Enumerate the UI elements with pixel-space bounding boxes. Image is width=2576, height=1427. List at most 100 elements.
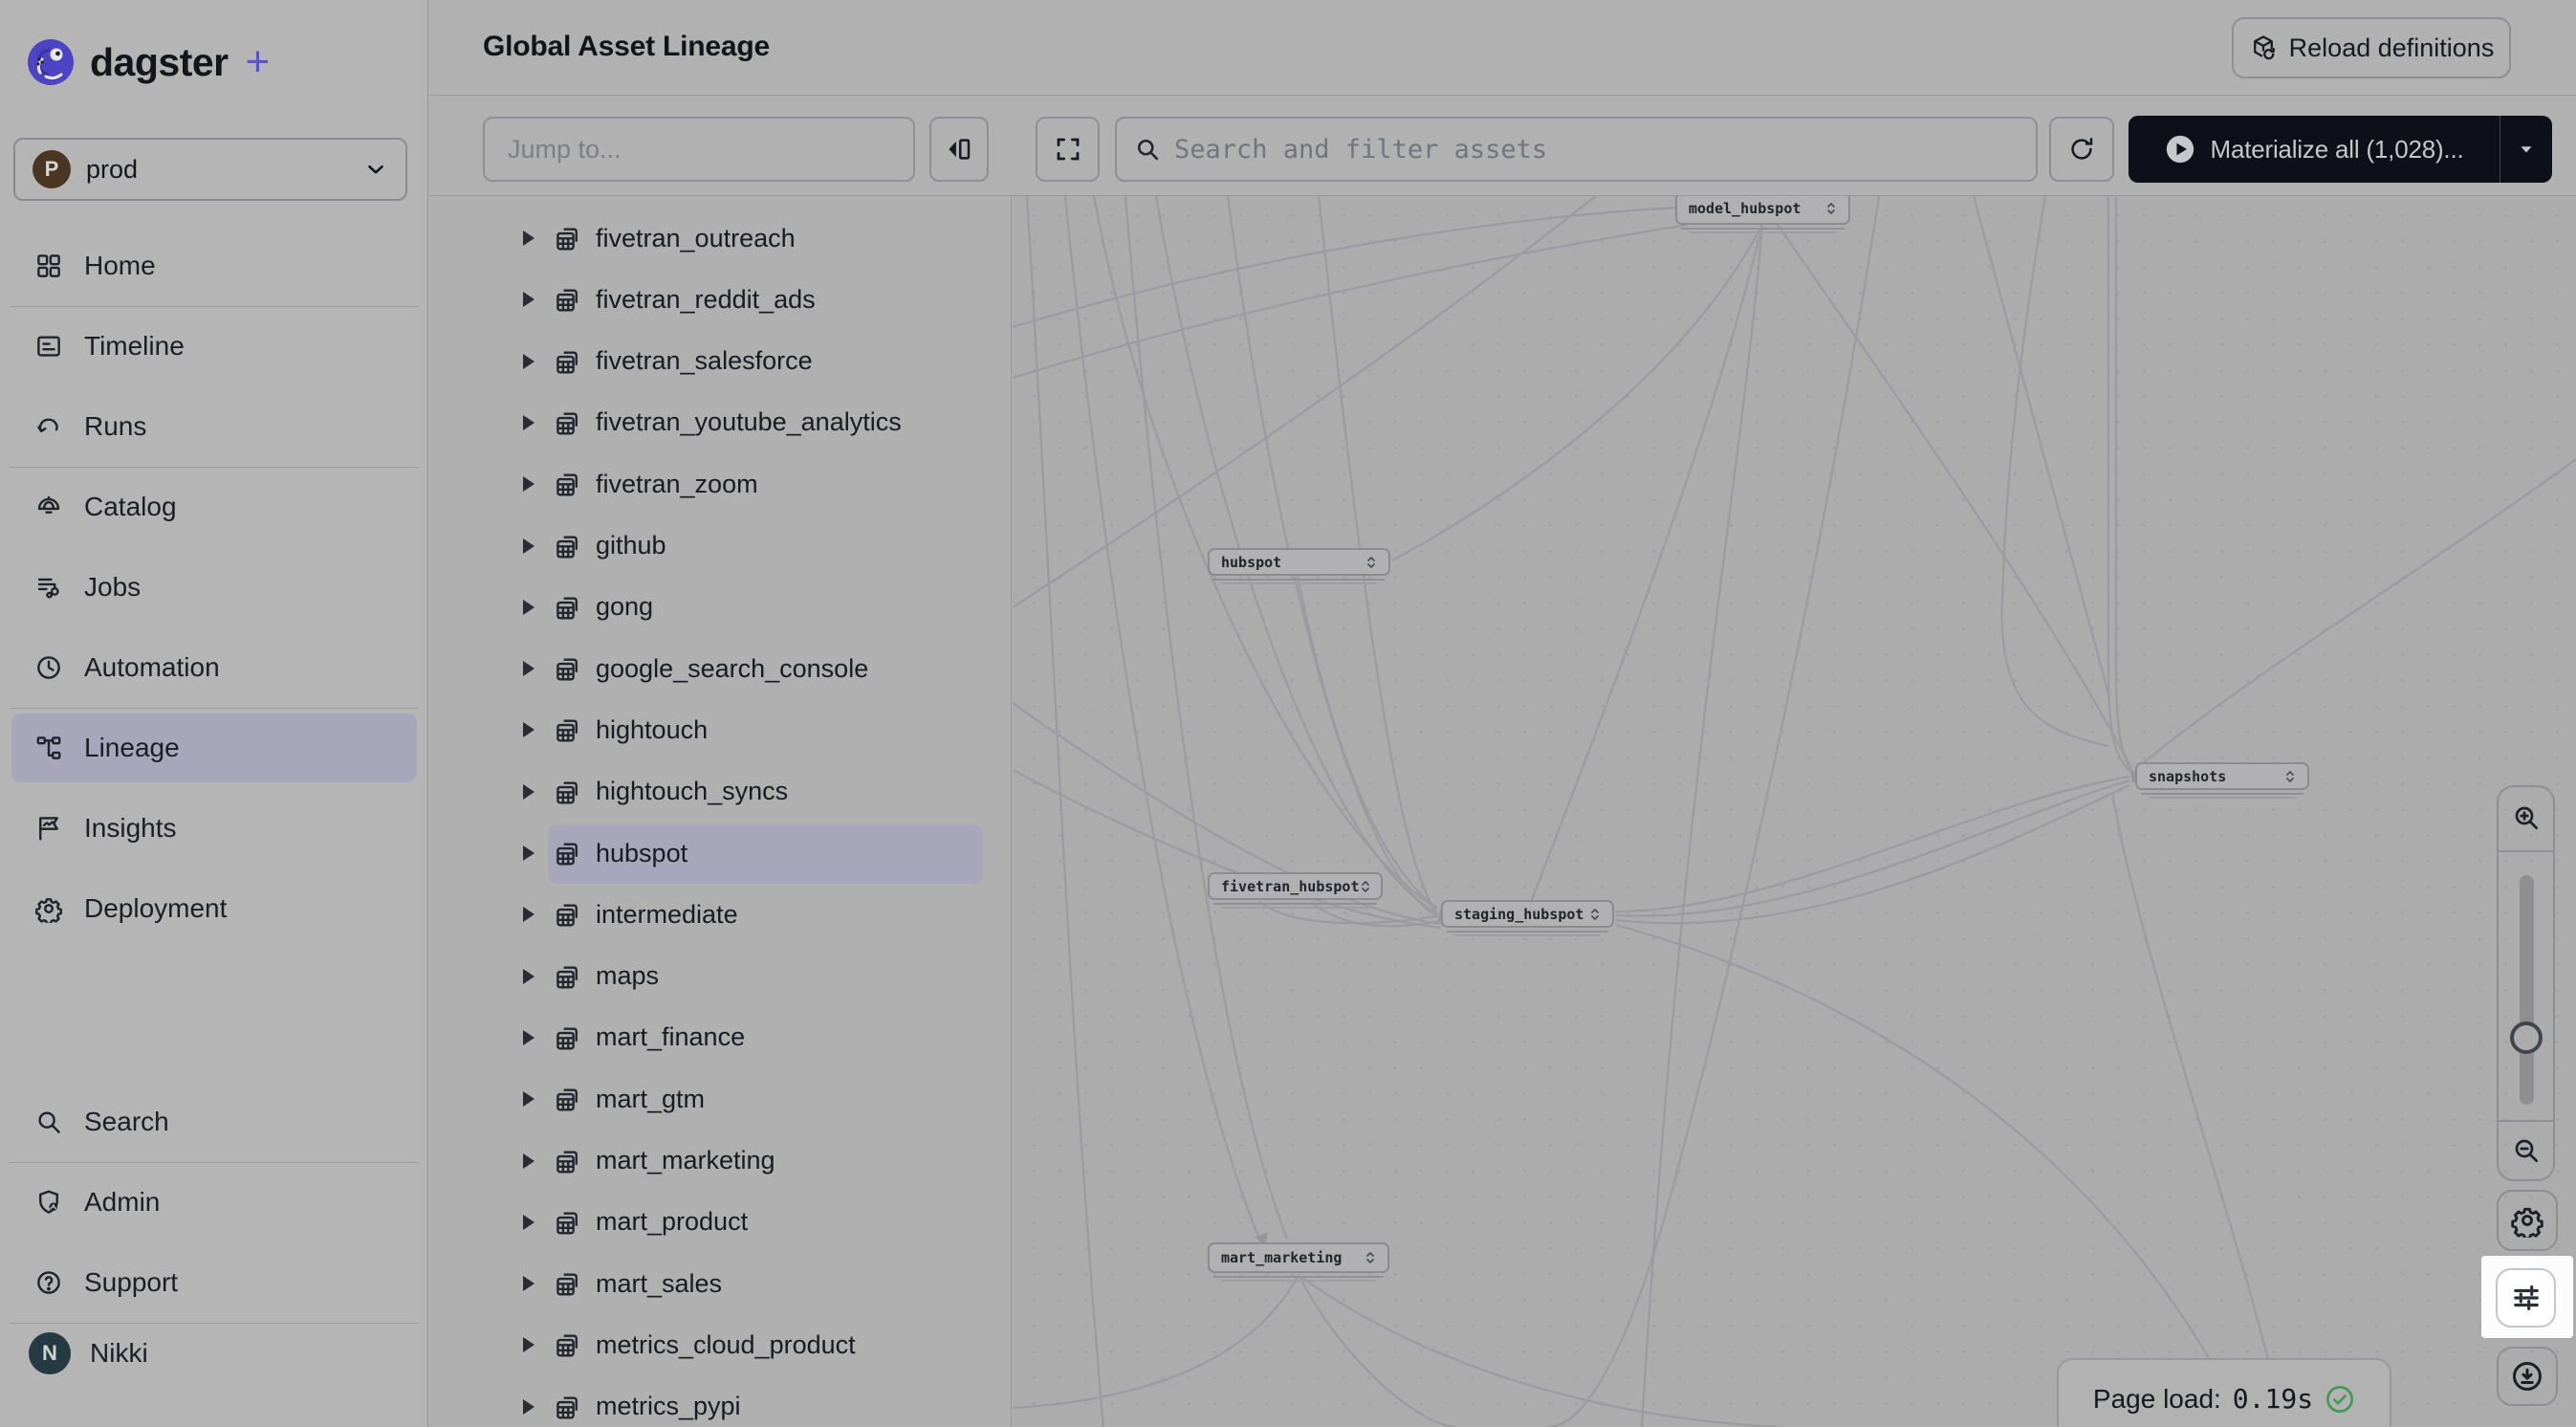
- zoom-in-button[interactable]: [2499, 787, 2553, 848]
- catalog-icon: [34, 493, 63, 521]
- caret-right-icon[interactable]: [523, 969, 535, 984]
- table-stack-icon: [554, 224, 582, 252]
- table-stack-icon: [554, 1023, 582, 1052]
- sidebar-item-home[interactable]: Home: [0, 231, 428, 300]
- user-menu[interactable]: N Nikki: [0, 1319, 428, 1388]
- asset-group-row[interactable]: fivetran_salesforce: [429, 331, 1012, 392]
- sidebar-item-deployment[interactable]: Deployment: [0, 874, 428, 943]
- asset-group-row[interactable]: fivetran_outreach: [429, 208, 1012, 269]
- graph-node[interactable]: model_hubspot: [1675, 196, 1850, 225]
- unfold-icon[interactable]: [1825, 201, 1837, 216]
- collapse-panel-button[interactable]: [929, 117, 989, 182]
- graph-node[interactable]: mart_marketing: [1208, 1242, 1389, 1273]
- caret-right-icon[interactable]: [523, 1215, 535, 1230]
- caret-right-icon[interactable]: [523, 722, 535, 737]
- unfold-icon[interactable]: [1364, 1250, 1376, 1265]
- asset-group-row[interactable]: mart_sales: [429, 1253, 1012, 1314]
- graph-node[interactable]: hubspot: [1208, 548, 1390, 576]
- zoom-out-button[interactable]: [2499, 1120, 2553, 1181]
- asset-group-list: fivetran_outreachfivetran_reddit_adsfive…: [429, 196, 1012, 1427]
- asset-group-row[interactable]: intermediate: [429, 884, 1012, 945]
- caret-right-icon[interactable]: [523, 1337, 535, 1352]
- workspace-switcher[interactable]: P prod: [13, 138, 407, 201]
- caret-right-icon[interactable]: [523, 231, 535, 246]
- asset-group-row[interactable]: github: [429, 516, 1012, 577]
- runs-icon: [34, 412, 63, 441]
- sidebar-item-runs[interactable]: Runs: [0, 392, 428, 461]
- unfold-icon[interactable]: [2284, 769, 2296, 784]
- asset-group-row[interactable]: fivetran_zoom: [429, 453, 1012, 515]
- user-avatar: N: [29, 1332, 71, 1374]
- asset-group-row[interactable]: gong: [429, 577, 1012, 638]
- brand-name: dagster: [90, 40, 229, 85]
- sidebar-item-lineage[interactable]: Lineage: [0, 714, 428, 782]
- asset-group-row[interactable]: hightouch: [429, 699, 1012, 760]
- sidebar-item-search[interactable]: Search: [0, 1087, 428, 1156]
- unfold-icon[interactable]: [1365, 555, 1377, 570]
- play-circle-icon: [2164, 133, 2196, 165]
- jobs-icon: [34, 573, 63, 602]
- graph-node[interactable]: fivetran_hubspot: [1208, 872, 1383, 900]
- caret-right-icon[interactable]: [523, 354, 535, 369]
- sidebar-item-automation[interactable]: Automation: [0, 633, 428, 702]
- graph-node[interactable]: snapshots: [2135, 762, 2309, 790]
- caret-right-icon[interactable]: [523, 538, 535, 554]
- asset-group-row[interactable]: metrics_pypi: [429, 1376, 1012, 1427]
- clock-icon: [34, 653, 63, 682]
- caret-right-icon[interactable]: [523, 845, 535, 861]
- jump-to-input[interactable]: [506, 134, 892, 165]
- caret-right-icon[interactable]: [523, 1030, 535, 1045]
- table-stack-icon: [554, 1147, 582, 1175]
- fullscreen-button[interactable]: [1036, 117, 1100, 182]
- unfold-icon[interactable]: [1589, 907, 1601, 922]
- asset-group-row[interactable]: hubspot: [429, 823, 1012, 884]
- caret-right-icon[interactable]: [523, 1153, 535, 1169]
- graph-settings-button[interactable]: [2497, 1190, 2558, 1251]
- asset-group-row[interactable]: mart_marketing: [429, 1131, 1012, 1192]
- caret-right-icon[interactable]: [523, 600, 535, 615]
- download-image-button[interactable]: [2497, 1347, 2558, 1406]
- reload-definitions-button[interactable]: Reload definitions: [2232, 17, 2511, 78]
- caret-right-icon[interactable]: [523, 661, 535, 676]
- asset-group-row[interactable]: google_search_console: [429, 638, 1012, 699]
- caret-right-icon[interactable]: [523, 1091, 535, 1107]
- table-stack-icon: [554, 470, 582, 498]
- sidebar-item-timeline[interactable]: Timeline: [0, 312, 428, 381]
- sidebar-item-jobs[interactable]: Jobs: [0, 553, 428, 622]
- caret-right-icon[interactable]: [523, 1276, 535, 1291]
- asset-group-row[interactable]: fivetran_reddit_ads: [429, 269, 1012, 330]
- sidebar-item-insights[interactable]: Insights: [0, 794, 428, 863]
- unfold-icon: [2284, 769, 2296, 784]
- caret-right-icon[interactable]: [523, 415, 535, 430]
- sidebar-item-admin[interactable]: Admin: [0, 1168, 428, 1237]
- asset-search-input[interactable]: [1172, 134, 2019, 165]
- zoom-slider-knob[interactable]: [2510, 1021, 2543, 1054]
- asset-group-row[interactable]: fivetran_youtube_analytics: [429, 392, 1012, 453]
- sidebar-item-support[interactable]: Support: [0, 1248, 428, 1317]
- zoom-slider-track[interactable]: [2520, 875, 2534, 1105]
- materialize-dropdown-toggle[interactable]: [2500, 116, 2552, 183]
- asset-group-row[interactable]: mart_gtm: [429, 1068, 1012, 1130]
- caret-right-icon[interactable]: [523, 292, 535, 307]
- jump-to-input-box: [483, 117, 915, 182]
- caret-right-icon[interactable]: [523, 907, 535, 922]
- caret-right-icon[interactable]: [523, 476, 535, 492]
- asset-group-row[interactable]: mart_finance: [429, 1007, 1012, 1068]
- caret-right-icon[interactable]: [523, 784, 535, 800]
- graph-node[interactable]: staging_hubspot: [1441, 900, 1614, 928]
- unfold-icon[interactable]: [1360, 879, 1371, 894]
- unfold-icon: [1365, 555, 1377, 570]
- asset-group-row[interactable]: maps: [429, 946, 1012, 1007]
- caret-right-icon[interactable]: [523, 1399, 535, 1415]
- asset-group-row[interactable]: metrics_cloud_product: [429, 1314, 1012, 1375]
- lineage-canvas[interactable]: model_hubspothubspot snapshots fivetran_hu…: [1013, 196, 2576, 1427]
- node-stack-line: [1221, 582, 1377, 584]
- refresh-button[interactable]: [2049, 117, 2114, 182]
- zoom-out-icon: [2511, 1135, 2542, 1166]
- asset-group-row[interactable]: hightouch_syncs: [429, 761, 1012, 823]
- asset-group-row[interactable]: mart_product: [429, 1192, 1012, 1253]
- table-stack-icon: [554, 1208, 582, 1237]
- graph-filters-button[interactable]: [2496, 1268, 2556, 1328]
- materialize-all-button[interactable]: Materialize all (1,028)...: [2128, 116, 2552, 183]
- sidebar-item-catalog[interactable]: Catalog: [0, 472, 428, 541]
